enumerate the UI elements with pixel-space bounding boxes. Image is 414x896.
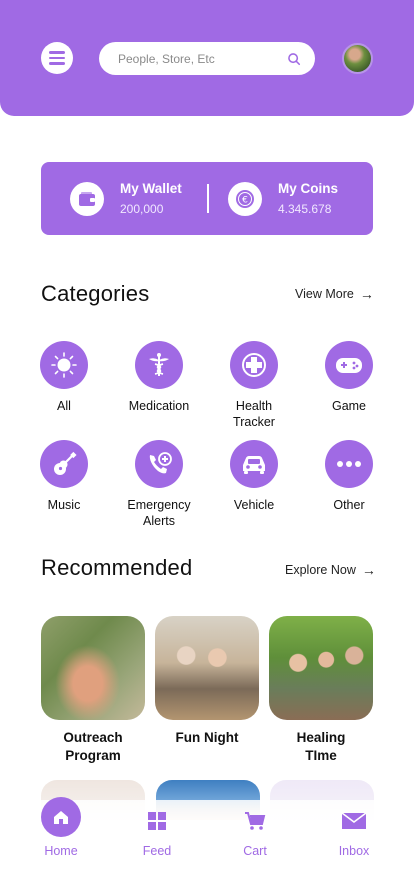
coins-value: 4.345.678 bbox=[278, 201, 332, 216]
top-header bbox=[0, 0, 414, 116]
category-all[interactable]: All bbox=[19, 341, 109, 414]
home-icon bbox=[41, 797, 81, 837]
medical-cross-icon bbox=[230, 341, 278, 389]
recommended-label: Outreach Program bbox=[63, 730, 123, 763]
categories-title: Categories bbox=[41, 281, 150, 306]
explore-now-link[interactable]: Explore Now → bbox=[285, 562, 376, 578]
nav-inbox[interactable]: Inbox bbox=[314, 800, 394, 858]
category-label: Health Tracker bbox=[233, 399, 275, 429]
category-label: Other bbox=[333, 498, 365, 512]
sun-icon bbox=[40, 341, 88, 389]
arrow-right-icon: → bbox=[359, 286, 374, 302]
phone-plus-icon bbox=[135, 440, 183, 488]
search-icon[interactable] bbox=[287, 52, 301, 66]
guitar-icon bbox=[40, 440, 88, 488]
coins-icon: € bbox=[228, 181, 262, 216]
nav-label: Feed bbox=[142, 844, 172, 858]
category-music[interactable]: Music bbox=[19, 440, 109, 513]
category-health-tracker[interactable]: Health Tracker bbox=[209, 341, 299, 430]
nav-home[interactable]: Home bbox=[21, 797, 101, 858]
mail-icon bbox=[314, 800, 394, 842]
coins-title: My Coins bbox=[278, 180, 339, 196]
recommended-label: Healing TIme bbox=[296, 730, 346, 763]
dots-icon bbox=[325, 440, 373, 488]
gamepad-icon bbox=[325, 341, 373, 389]
cart-icon bbox=[215, 800, 295, 842]
category-other[interactable]: Other bbox=[304, 440, 394, 513]
wallet-value: 200,000 bbox=[120, 201, 164, 216]
category-label: Vehicle bbox=[233, 498, 275, 512]
search-bar[interactable] bbox=[99, 42, 315, 75]
wallet-card: My Wallet 200,000 € My Coins 4.345.678 bbox=[41, 162, 373, 235]
divider bbox=[207, 184, 209, 213]
car-icon bbox=[230, 440, 278, 488]
grid-icon bbox=[117, 800, 197, 842]
category-vehicle[interactable]: Vehicle bbox=[209, 440, 299, 513]
recommended-card-healing-time[interactable]: Healing TIme bbox=[269, 616, 373, 765]
category-label: All bbox=[57, 399, 71, 413]
recommended-card-fun-night[interactable]: Fun Night bbox=[155, 616, 259, 747]
nav-label: Cart bbox=[243, 844, 267, 858]
search-input[interactable] bbox=[118, 51, 287, 66]
holding-hands-photo bbox=[41, 616, 145, 720]
hamburger-menu-icon[interactable] bbox=[41, 42, 73, 74]
arrow-right-icon: → bbox=[361, 562, 376, 578]
view-more-label: View More bbox=[295, 287, 354, 301]
nav-label: Inbox bbox=[338, 844, 370, 858]
svg-text:€: € bbox=[242, 195, 248, 205]
user-avatar[interactable] bbox=[342, 43, 373, 74]
wallet-title: My Wallet bbox=[120, 180, 182, 196]
category-medication[interactable]: Medication bbox=[114, 341, 204, 414]
category-emergency-alerts[interactable]: Emergency Alerts bbox=[114, 440, 204, 529]
category-game[interactable]: Game bbox=[304, 341, 394, 414]
recommended-title: Recommended bbox=[41, 555, 193, 580]
explore-now-label: Explore Now bbox=[285, 563, 356, 577]
my-coins[interactable]: € My Coins 4.345.678 bbox=[228, 162, 338, 235]
category-label: Game bbox=[331, 399, 367, 413]
my-wallet[interactable]: My Wallet 200,000 bbox=[70, 162, 182, 235]
view-more-link[interactable]: View More → bbox=[295, 286, 374, 302]
seniors-playing-cards-photo bbox=[155, 616, 259, 720]
nav-label: Home bbox=[44, 844, 78, 858]
category-label: Music bbox=[47, 498, 81, 512]
bottom-navigation: Home Feed Cart Inbox bbox=[0, 797, 414, 896]
recommended-label: Fun Night bbox=[175, 730, 239, 745]
caduceus-icon bbox=[135, 341, 183, 389]
category-label: Emergency Alerts bbox=[127, 498, 191, 528]
recommended-card-outreach[interactable]: Outreach Program bbox=[41, 616, 145, 765]
seniors-outdoors-photo bbox=[269, 616, 373, 720]
nav-feed[interactable]: Feed bbox=[117, 800, 197, 858]
nav-cart[interactable]: Cart bbox=[215, 800, 295, 858]
wallet-icon bbox=[70, 181, 104, 216]
category-label: Medication bbox=[128, 399, 190, 413]
